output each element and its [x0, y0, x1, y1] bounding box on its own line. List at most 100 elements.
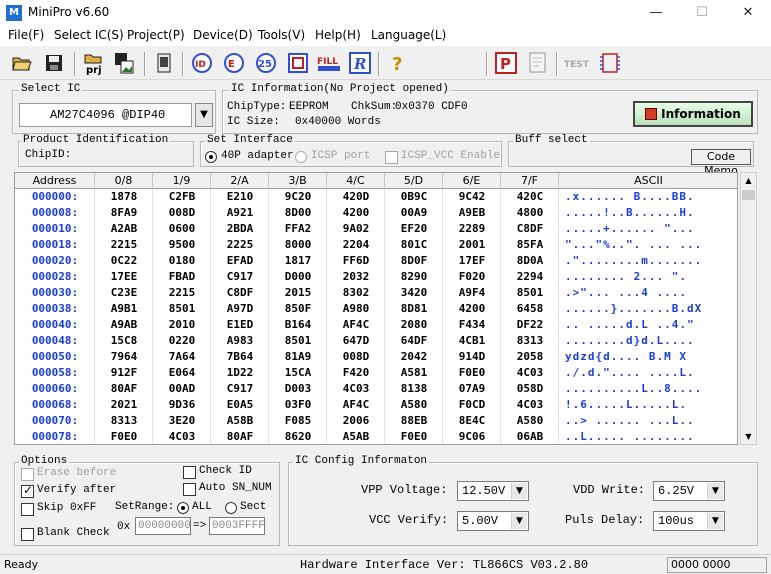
table-row[interactable]: 000068: 2021 9D36 E0A5 03F0 AF4C A580 F0CD 4C03 … [15, 397, 737, 412]
table-row[interactable]: 000060: 80AF 00AD C917 D003 4C03 8138 07A9 058D.… [15, 381, 737, 396]
hex-cell[interactable]: 4800 [501, 205, 559, 220]
hex-cell[interactable]: 00A9 [385, 205, 443, 220]
ascii-cell[interactable]: !.6.....L.....L. [565, 397, 737, 412]
hex-cell[interactable]: 2032 [327, 269, 385, 284]
hex-cell[interactable]: A2AB [95, 221, 153, 236]
blank-check-checkbox[interactable] [21, 528, 34, 541]
production-icon[interactable]: P [494, 51, 518, 75]
hex-cell[interactable]: 8501 [153, 301, 211, 316]
hex-cell[interactable]: F0E0 [95, 429, 153, 444]
menu-select-ic[interactable]: Select IC(S) [54, 28, 124, 42]
table-row[interactable]: 000048: 15C8 0220 A983 8501 647D 64DF 4CB1 8313.… [15, 333, 737, 348]
hex-cell[interactable]: 4C03 [501, 397, 559, 412]
hex-cell[interactable]: C917 [211, 381, 269, 396]
menu-project[interactable]: Project(P) [127, 28, 185, 42]
hex-cell[interactable]: A580 [501, 413, 559, 428]
hex-cell[interactable]: F020 [443, 269, 501, 284]
header-col-3[interactable]: 3/B [269, 173, 327, 189]
menu-help[interactable]: Help(H) [315, 28, 361, 42]
program-icon[interactable] [286, 51, 310, 75]
hex-cell[interactable]: A9AB [95, 317, 153, 332]
hex-cell[interactable]: 2010 [153, 317, 211, 332]
chip-test-icon[interactable] [598, 51, 622, 75]
hex-cell[interactable]: B164 [269, 317, 327, 332]
hex-cell[interactable]: 4200 [443, 301, 501, 316]
hex-cell[interactable]: 058D [501, 381, 559, 396]
hex-cell[interactable]: F0CD [443, 397, 501, 412]
address-cell[interactable]: 000038: [15, 301, 95, 316]
hex-cell[interactable]: 17EF [443, 253, 501, 268]
hex-cell[interactable]: A9B1 [95, 301, 153, 316]
hex-cell[interactable]: 2006 [327, 413, 385, 428]
save-icon[interactable] [42, 51, 66, 75]
hex-cell[interactable]: 2289 [443, 221, 501, 236]
header-col-1[interactable]: 1/9 [153, 173, 211, 189]
hex-cell[interactable]: 4C03 [327, 381, 385, 396]
hex-cell[interactable]: 2001 [443, 237, 501, 252]
hex-cell[interactable]: F085 [269, 413, 327, 428]
hex-cell[interactable]: 8D00 [269, 205, 327, 220]
hex-cell[interactable]: F0E0 [443, 365, 501, 380]
address-cell[interactable]: 000000: [15, 189, 95, 204]
vcc-select[interactable]: 5.00V ▼ [457, 511, 529, 531]
hex-cell[interactable]: 9A02 [327, 221, 385, 236]
hex-cell[interactable]: A9F4 [443, 285, 501, 300]
ascii-cell[interactable]: ......}.......B.dX [565, 301, 737, 316]
hex-cell[interactable]: 2215 [95, 237, 153, 252]
auto-sn-checkbox[interactable] [183, 483, 196, 496]
hex-cell[interactable]: 8501 [501, 285, 559, 300]
table-row[interactable]: 000018: 2215 9500 2225 8000 2204 801C 2001 85FA "… [15, 237, 737, 252]
table-row[interactable]: 000020: 0C22 0180 EFAD 1817 FF6D 8D0F 17EF 8D0A.… [15, 253, 737, 268]
test-icon[interactable]: TEST [562, 51, 592, 75]
table-row[interactable]: 000078: F0E0 4C03 80AF 8620 A5AB F0E0 9C06 06AB.… [15, 429, 737, 444]
help-icon[interactable]: ? [386, 51, 410, 75]
address-cell[interactable]: 000050: [15, 349, 95, 364]
vdd-dropdown-icon[interactable]: ▼ [707, 483, 723, 499]
hex-cell[interactable]: 4C03 [153, 429, 211, 444]
ascii-cell[interactable]: ydzd{d.... B.M X [565, 349, 737, 364]
ascii-cell[interactable]: .....!..B......H. [565, 205, 737, 220]
hex-cell[interactable]: 17EE [95, 269, 153, 284]
hex-cell[interactable]: 912F [95, 365, 153, 380]
hex-cell[interactable]: AF4C [327, 317, 385, 332]
hex-cell[interactable]: C8DF [211, 285, 269, 300]
address-cell[interactable]: 000058: [15, 365, 95, 380]
puls-select[interactable]: 100us ▼ [653, 511, 725, 531]
vdd-select[interactable]: 6.25V ▼ [653, 481, 725, 501]
scroll-down-icon[interactable]: ▼ [741, 429, 756, 444]
hex-cell[interactable]: 9C42 [443, 189, 501, 204]
open-project-icon[interactable]: prj [82, 51, 108, 75]
ascii-cell[interactable]: ..> ...... ...L.. [565, 413, 737, 428]
hex-cell[interactable]: 8D0A [501, 253, 559, 268]
hex-cell[interactable]: A980 [327, 301, 385, 316]
skip-0xff-checkbox[interactable] [21, 503, 34, 516]
adapter-40p-radio[interactable] [205, 151, 217, 163]
puls-dropdown-icon[interactable]: ▼ [707, 513, 723, 529]
address-cell[interactable]: 000070: [15, 413, 95, 428]
hex-cell[interactable]: 88EB [385, 413, 443, 428]
hex-cell[interactable]: AF4C [327, 397, 385, 412]
header-col-2[interactable]: 2/A [211, 173, 269, 189]
ascii-cell[interactable]: .. .....d.L ..4." [565, 317, 737, 332]
header-address[interactable]: Address [15, 173, 95, 189]
hex-cell[interactable]: 3420 [385, 285, 443, 300]
hex-cell[interactable]: E210 [211, 189, 269, 204]
hex-cell[interactable]: A5AB [327, 429, 385, 444]
hex-cell[interactable]: E064 [153, 365, 211, 380]
hex-cell[interactable]: 03F0 [269, 397, 327, 412]
close-button[interactable]: ✕ [725, 0, 771, 26]
table-row[interactable]: 000028: 17EE FBAD C917 D000 2032 8290 F020 2294.… [15, 269, 737, 284]
hex-cell[interactable]: FFA2 [269, 221, 327, 236]
scroll-up-icon[interactable]: ▲ [741, 173, 756, 188]
hex-cell[interactable]: 8313 [501, 333, 559, 348]
hex-cell[interactable]: 2080 [385, 317, 443, 332]
menu-tools[interactable]: Tools(V) [258, 28, 305, 42]
hex-cell[interactable]: 2BDA [211, 221, 269, 236]
header-col-6[interactable]: 6/E [443, 173, 501, 189]
hex-cell[interactable]: 00AD [153, 381, 211, 396]
grid-scrollbar[interactable]: ▲ ▼ [740, 172, 757, 445]
hex-cell[interactable]: 64DF [385, 333, 443, 348]
hex-cell[interactable]: F0E0 [385, 429, 443, 444]
hex-cell[interactable]: 2015 [269, 285, 327, 300]
address-cell[interactable]: 000068: [15, 397, 95, 412]
